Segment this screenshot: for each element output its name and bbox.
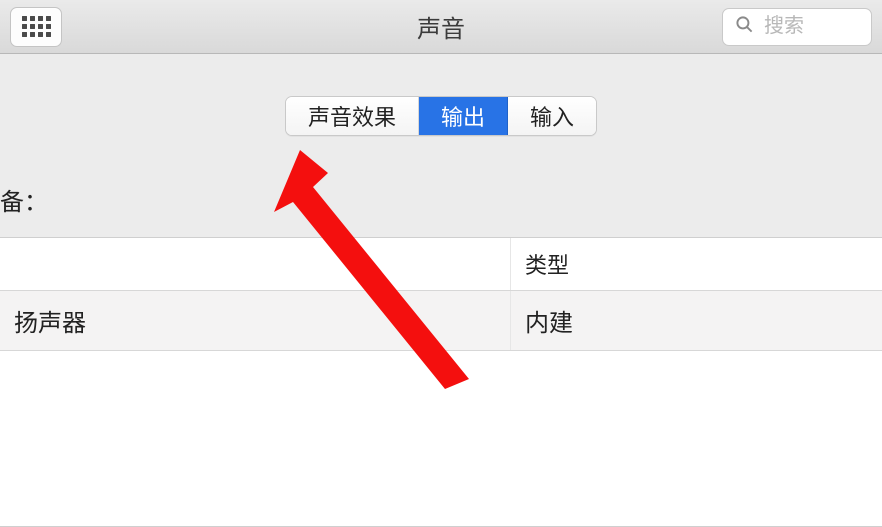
tabs-container: 声音效果 输出 输入 (0, 54, 882, 136)
section-label: 备： (0, 136, 882, 237)
search-icon (735, 15, 754, 39)
device-type-cell: 内建 (510, 291, 882, 350)
table-header-name (0, 238, 510, 290)
tab-output[interactable]: 输出 (419, 97, 508, 135)
apps-grid-icon (22, 16, 51, 37)
content-area: 声音效果 输出 输入 备： 类型 扬声器 内建 (0, 54, 882, 500)
device-name-cell: 扬声器 (0, 291, 510, 350)
table-body: 扬声器 内建 (0, 291, 882, 351)
table-header-type: 类型 (510, 238, 882, 290)
table-header: 类型 (0, 238, 882, 291)
table-row[interactable]: 扬声器 内建 (0, 291, 882, 351)
show-all-button[interactable] (10, 7, 62, 47)
search-field[interactable] (722, 8, 872, 46)
window-title: 声音 (417, 9, 465, 44)
devices-table: 类型 扬声器 内建 (0, 237, 882, 527)
segmented-control: 声音效果 输出 输入 (285, 96, 597, 136)
tab-input[interactable]: 输入 (508, 97, 596, 135)
table-empty-area (0, 351, 882, 527)
tab-label: 输出 (441, 100, 485, 132)
search-input[interactable] (764, 15, 854, 38)
toolbar: 声音 (0, 0, 882, 54)
tab-label: 输入 (530, 100, 574, 132)
tab-sound-effects[interactable]: 声音效果 (286, 97, 419, 135)
tab-label: 声音效果 (308, 100, 396, 132)
